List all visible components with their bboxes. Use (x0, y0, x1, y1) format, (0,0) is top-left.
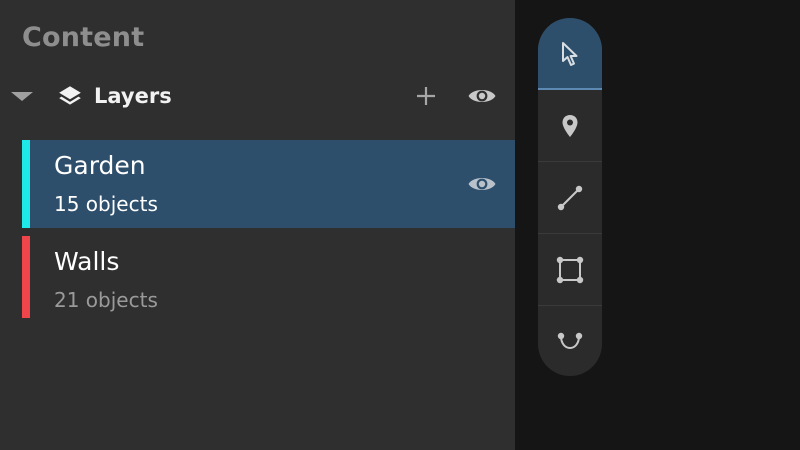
eye-icon[interactable] (467, 84, 497, 108)
layer-color-bar (22, 236, 30, 318)
layer-color-bar (22, 140, 30, 228)
polygon-rectangle-icon (556, 256, 584, 283)
layers-label: Layers (94, 84, 172, 108)
polygon-tool-button[interactable] (538, 234, 602, 305)
panel-title: Content (22, 22, 145, 53)
layer-name: Walls (54, 247, 120, 276)
drawing-toolbar (538, 18, 602, 376)
select-tool-button[interactable] (538, 18, 602, 89)
content-panel: Content Layers Garden 15 objects Walls 2… (0, 0, 515, 450)
layers-header[interactable]: Layers (0, 78, 515, 116)
cursor-arrow-icon (562, 41, 578, 66)
eye-icon[interactable] (467, 172, 497, 196)
add-layer-button[interactable] (414, 84, 438, 108)
layer-item-garden[interactable]: Garden 15 objects (22, 140, 515, 228)
curve-tool-icon (557, 332, 583, 349)
layer-name: Garden (54, 151, 146, 180)
line-tool-icon (557, 185, 583, 210)
point-tool-button[interactable] (538, 90, 602, 161)
layers-stack-icon (59, 86, 81, 105)
curve-tool-button[interactable] (538, 306, 602, 376)
collapse-caret-icon[interactable] (11, 92, 33, 101)
map-pin-icon (562, 114, 578, 137)
layer-item-walls[interactable]: Walls 21 objects (22, 236, 515, 318)
layer-object-count: 15 objects (54, 192, 158, 216)
line-tool-button[interactable] (538, 162, 602, 233)
layer-object-count: 21 objects (54, 288, 158, 312)
